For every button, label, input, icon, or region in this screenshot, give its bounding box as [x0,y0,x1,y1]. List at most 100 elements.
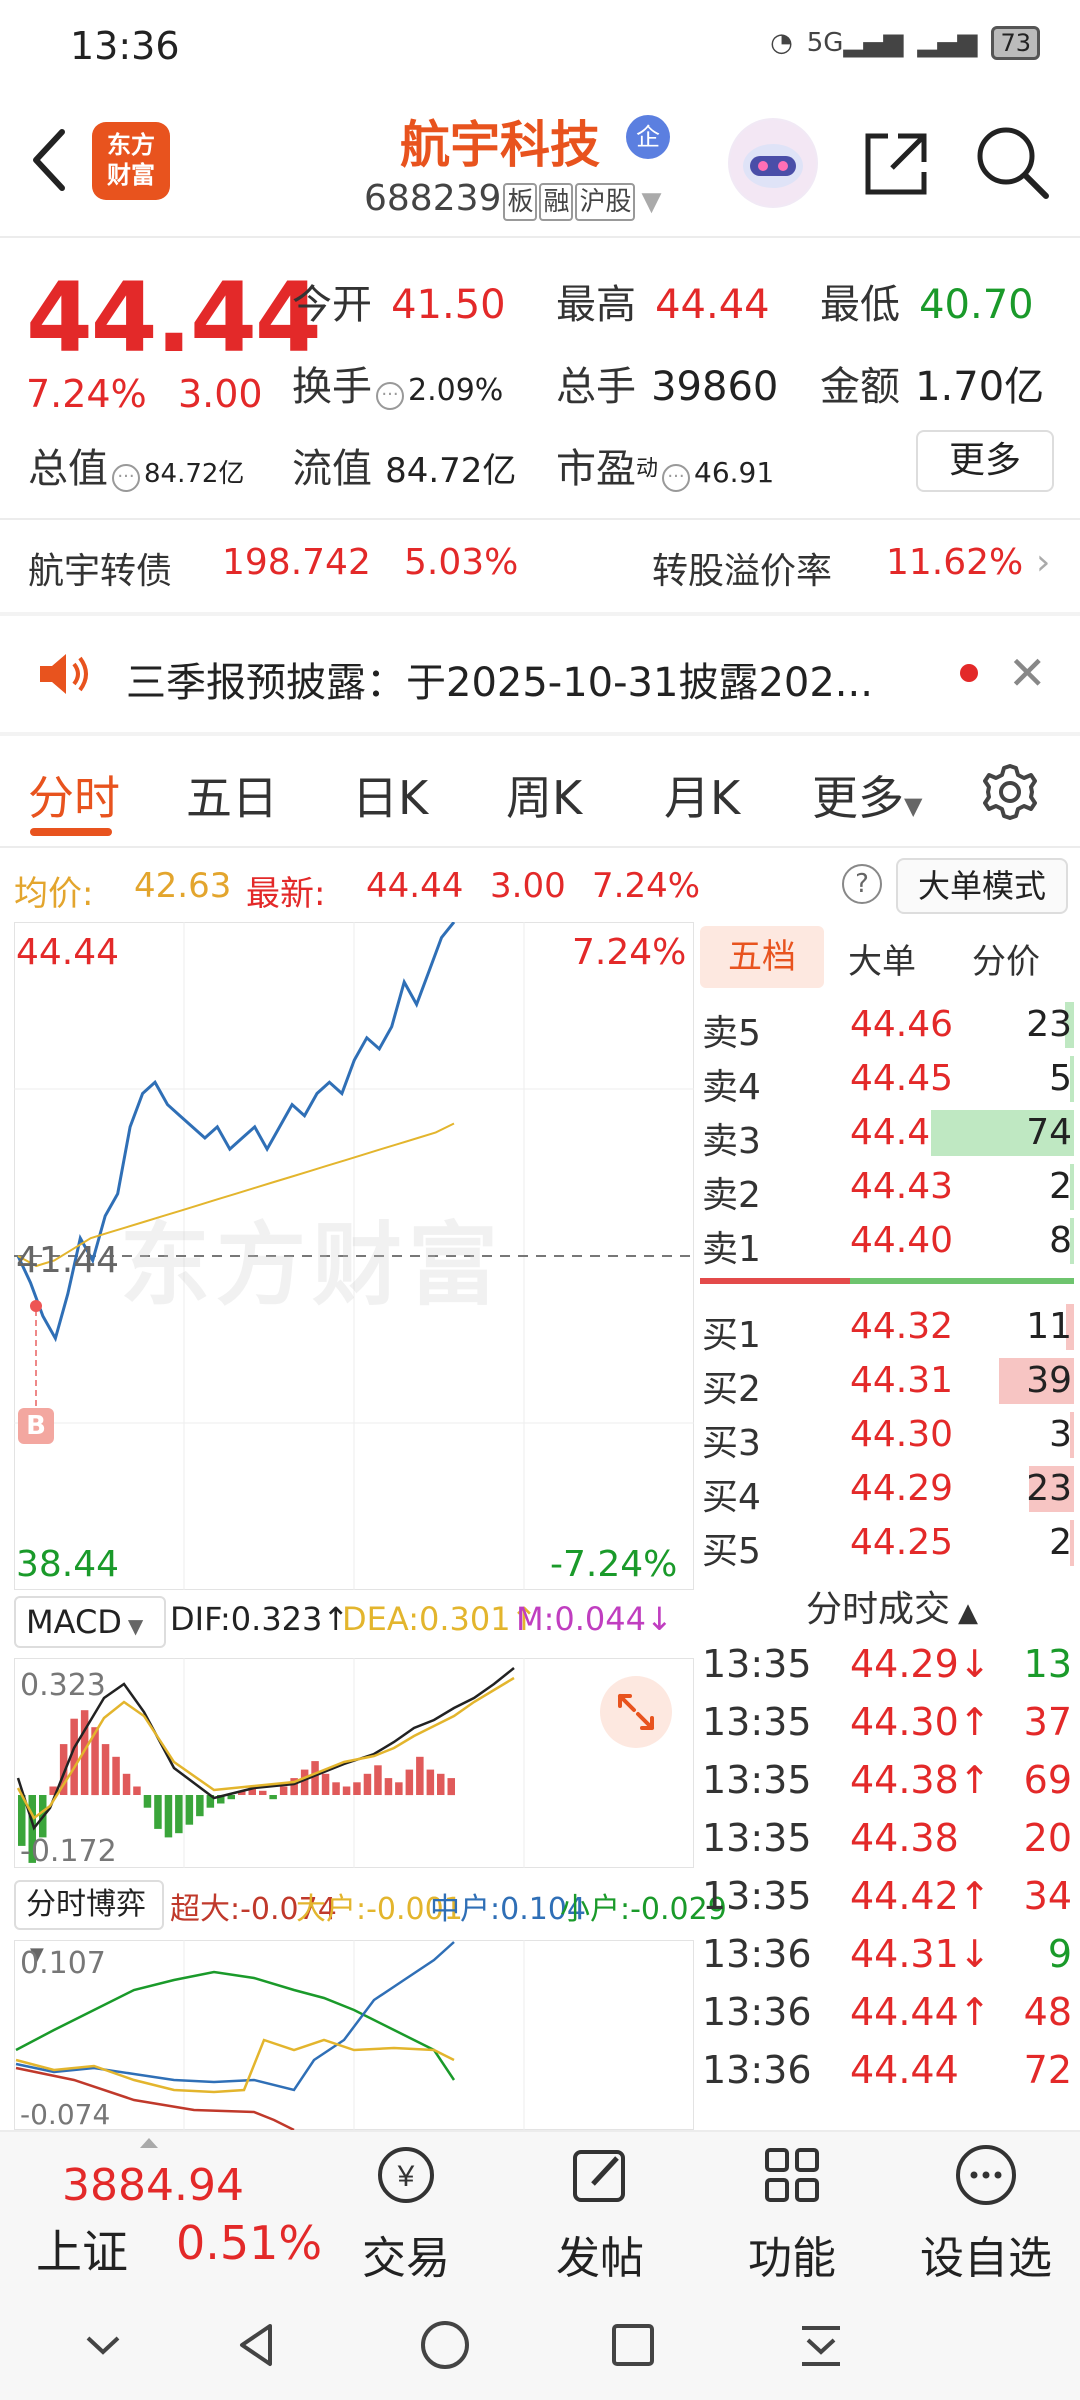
chart-bottom-pct: -7.24% [550,1544,678,1585]
trade-ticks-header[interactable]: 分时成交 ▲ [806,1580,978,1632]
bid-price: 44.29 [850,1468,954,1509]
divider [0,518,1080,520]
trade-tick-row: 13:35 44.38↑ 69 [700,1752,1076,1810]
game-chart[interactable] [14,1940,694,2130]
back-icon[interactable] [20,120,80,200]
tab-weekly-k[interactable]: 周K [506,762,582,828]
ask-price: 44.40 [850,1220,954,1261]
tab-5day[interactable]: 五日 [186,762,278,828]
nav-menu-icon[interactable] [786,2310,856,2380]
macd-bar [133,1786,141,1795]
turnover-stat[interactable]: 换手 ··· 2.09% [292,354,503,412]
bid-label: 买1 [702,1315,761,1356]
tick-time: 13:35 [702,1816,812,1860]
tag-margin: 融 [539,183,574,221]
chevron-right-icon[interactable]: › [1036,542,1050,583]
help-icon[interactable]: ? [842,864,882,904]
signal-icon: 5G▂▄▆ [806,28,904,58]
last-pct: 7.24% [592,866,701,906]
tick-price: 44.44↑ [850,1990,991,2034]
app-logo[interactable]: 东方财富 [92,122,170,200]
unread-dot [960,664,978,682]
low-stat: 最低 40.70 [820,282,1034,328]
bid-row[interactable]: 买4 44.29 23 [700,1462,1076,1518]
tick-price: 44.29↓ [850,1642,991,1686]
ask-price: 44.43 [850,1166,954,1207]
bid-label: 买5 [702,1531,761,1572]
ask-row[interactable]: 卖2 44.43 2 [700,1160,1076,1216]
game-top: 0.107 [20,1946,106,1981]
ask-volume: 2 [1049,1166,1072,1207]
tab-monthly-k[interactable]: 月K [664,762,740,828]
add-watchlist-button[interactable]: 设自选 [916,2140,1056,2286]
tab-intraday[interactable]: 分时 [28,762,120,828]
macd-bar [447,1778,455,1796]
chart-top-price: 44.44 [16,932,120,973]
nav-home-icon[interactable] [410,2310,480,2380]
tick-volume: 72 [1023,2048,1072,2092]
index-name[interactable]: 上证 [36,2216,128,2282]
macd-dif: DIF:0.323↑ [170,1600,350,1638]
tab-more[interactable]: 更多▼ [812,762,922,828]
bid-row[interactable]: 买1 44.32 11 [700,1300,1076,1356]
tab-big-orders[interactable]: 大单 [848,934,916,983]
bid-row[interactable]: 买5 44.25 2 [700,1516,1076,1572]
buy-marker[interactable]: B [18,1408,54,1444]
macd-bar [353,1782,361,1795]
macd-bar [321,1773,330,1795]
ask-row[interactable]: 卖4 44.45 5 [700,1052,1076,1108]
tick-price: 44.31↓ [850,1932,991,1976]
macd-bar [164,1795,173,1838]
ask-row[interactable]: 卖3 44.44 74 [700,1106,1076,1162]
macd-bar [342,1786,351,1795]
bid-label: 买3 [702,1423,761,1464]
signal2-icon: ▂▄▆ [917,28,978,58]
macd-bottom: -0.172 [20,1834,117,1869]
assistant-robot-icon[interactable] [728,118,818,208]
tick-volume: 69 [1023,1758,1072,1802]
ask-label: 卖1 [702,1229,761,1270]
post-button[interactable]: 发帖 [530,2140,670,2286]
macd-bar [279,1786,288,1795]
index-value[interactable]: 3884.94 [62,2160,244,2211]
big-order-mode-button[interactable]: 大单模式 [896,858,1068,914]
expand-up-icon[interactable] [140,2138,158,2148]
functions-button[interactable]: 功能 [722,2140,862,2286]
ask-volume: 5 [1049,1058,1072,1099]
ask-row[interactable]: 卖5 44.46 23 [700,998,1076,1054]
game-bottom: -0.074 [20,2098,111,2131]
close-icon[interactable]: ✕ [1008,646,1047,700]
stock-name: 航宇科技 [400,116,600,174]
ask-row[interactable]: 卖1 44.40 8 [700,1214,1076,1270]
indicator-select[interactable]: MACD ▼ [14,1596,166,1648]
nav-back-icon[interactable] [222,2310,292,2380]
macd-dea: DEA:0.301↑ [342,1600,538,1638]
trade-button[interactable]: ¥ 交易 [336,2140,476,2286]
float-stat: 流值 84.72亿 [292,446,517,492]
pe-stat[interactable]: 市盈动 ··· 46.91 [556,436,774,494]
bond-name[interactable]: 航宇转债 [28,542,172,594]
nav-down-icon[interactable] [68,2310,138,2380]
tab-five-levels[interactable]: 五档 [700,926,824,988]
current-price: 44.44 [26,262,322,374]
nav-recents-icon[interactable] [598,2310,668,2380]
macd-top: 0.323 [20,1668,106,1703]
trade-tick-row: 13:35 44.29↓ 13 [700,1636,1076,1694]
macd-bar [101,1744,110,1795]
tab-daily-k[interactable]: 日K [352,762,428,828]
mktcap-stat[interactable]: 总值 ··· 84.72亿 [28,436,244,494]
share-icon[interactable] [858,126,934,202]
premium-value: 11.62% [886,542,1024,583]
trade-icon: ¥ [378,2147,434,2203]
gear-icon[interactable] [978,760,1042,824]
expand-icon[interactable] [600,1676,672,1748]
game-indicator-select[interactable]: 分时博弈▼ [14,1880,164,1965]
bid-row[interactable]: 买2 44.31 39 [700,1354,1076,1410]
search-icon[interactable] [972,122,1052,202]
notice-text[interactable]: 三季报预披露：于2025-10-31披露202... [126,650,873,708]
bid-row[interactable]: 买3 44.30 3 [700,1408,1076,1464]
stock-code-row[interactable]: 688239 板融沪股 ▼ [364,178,661,221]
trade-tick-row: 13:36 44.44↑ 48 [700,1984,1076,2042]
tab-price-dist[interactable]: 分价 [972,934,1040,983]
more-stats-button[interactable]: 更多 [916,430,1054,492]
